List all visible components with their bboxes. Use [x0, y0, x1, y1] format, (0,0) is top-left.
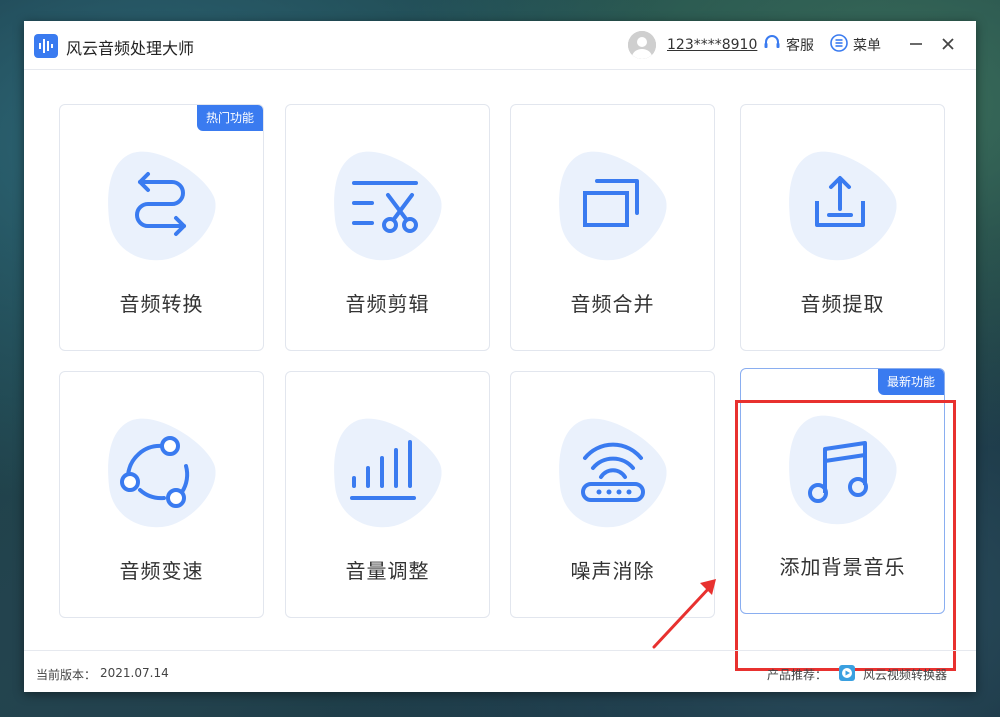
headset-icon: [762, 33, 782, 57]
app-window: 风云音频处理大师 123****8910 客服 菜单 热门功能 音频转换 音频剪…: [24, 21, 976, 692]
customer-service-button[interactable]: 客服: [762, 33, 814, 57]
close-button[interactable]: [939, 35, 957, 53]
feature-card-add-bgm[interactable]: 最新功能 添加背景音乐: [740, 368, 945, 614]
customer-service-label: 客服: [786, 38, 814, 54]
recommend-label: 产品推荐：: [767, 668, 828, 682]
merge-windows-icon: [557, 145, 669, 267]
user-account-link[interactable]: 123****8910: [667, 37, 757, 53]
feature-card-audio-merge[interactable]: 音频合并: [510, 104, 715, 351]
convert-arrows-icon: [106, 145, 218, 267]
minimize-button[interactable]: [907, 35, 925, 53]
minimize-icon: [910, 43, 922, 45]
feature-card-volume-adjust[interactable]: 音量调整: [285, 371, 490, 618]
export-tray-icon: [787, 145, 899, 267]
version-label: 当前版本：: [36, 668, 97, 682]
feature-label-volume-adjust: 音量调整: [345, 559, 430, 583]
volume-bars-icon: [332, 412, 444, 534]
menu-label: 菜单: [853, 38, 881, 54]
close-icon: [942, 38, 954, 50]
menu-button[interactable]: 菜单: [829, 33, 881, 57]
feature-label-add-bgm: 添加背景音乐: [779, 555, 906, 579]
recommend-app-link[interactable]: 风云视频转换器: [863, 666, 947, 683]
feature-grid: 热门功能 音频转换 音频剪辑 音频合并 音频提取 音频变速 音量调整 噪声消除 …: [24, 70, 976, 671]
music-note-icon: [787, 409, 899, 531]
pointer-arrow-icon: [644, 575, 724, 659]
speed-circle-icon: [106, 412, 218, 534]
title-bar: 风云音频处理大师 123****8910 客服 菜单: [24, 21, 976, 70]
feature-label-audio-extract: 音频提取: [800, 292, 885, 316]
video-converter-app-icon[interactable]: [839, 665, 855, 681]
version-value: 2021.07.14: [100, 666, 169, 680]
feature-card-audio-convert[interactable]: 热门功能 音频转换: [59, 104, 264, 351]
feature-card-audio-cut[interactable]: 音频剪辑: [285, 104, 490, 351]
new-feature-badge: 最新功能: [877, 369, 944, 395]
feature-label-audio-convert: 音频转换: [119, 292, 204, 316]
user-avatar[interactable]: [628, 31, 656, 59]
app-logo-icon: [34, 34, 58, 58]
feature-card-audio-speed[interactable]: 音频变速: [59, 371, 264, 618]
feature-label-audio-merge: 音频合并: [570, 292, 655, 316]
router-wifi-icon: [557, 412, 669, 534]
feature-label-audio-speed: 音频变速: [119, 559, 204, 583]
feature-card-audio-extract[interactable]: 音频提取: [740, 104, 945, 351]
feature-label-audio-cut: 音频剪辑: [345, 292, 430, 316]
status-footer: 当前版本： 2021.07.14 产品推荐： 风云视频转换器: [24, 650, 976, 693]
hot-feature-badge: 热门功能: [196, 105, 263, 131]
menu-list-icon: [829, 33, 849, 57]
scissors-icon: [332, 145, 444, 267]
app-title: 风云音频处理大师: [66, 39, 195, 58]
